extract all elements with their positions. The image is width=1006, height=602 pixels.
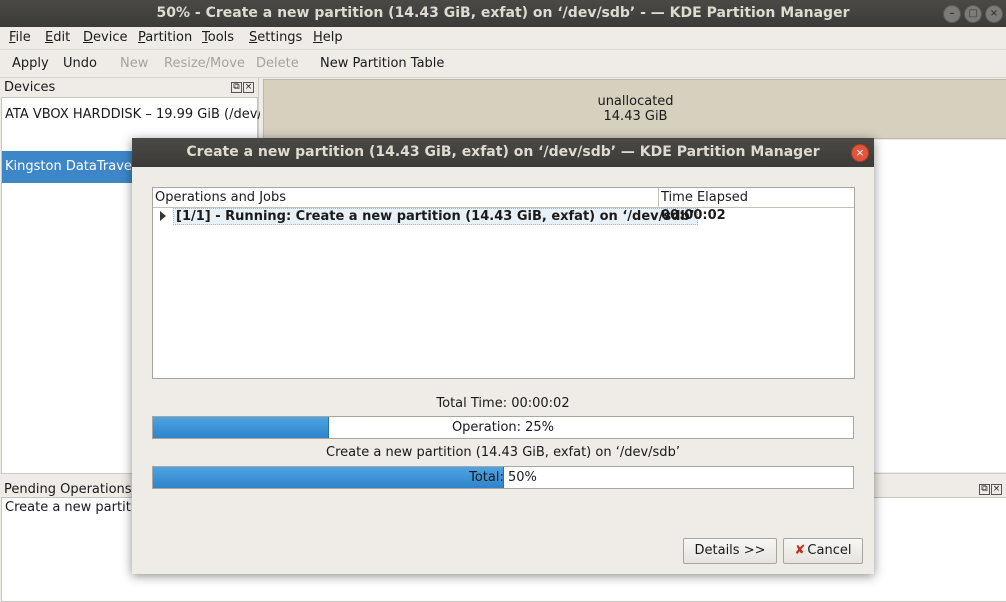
window-titlebar: 50% - Create a new partition (14.43 GiB,…: [0, 0, 1006, 27]
menu-tools[interactable]: Tools: [202, 30, 234, 45]
float-icon[interactable]: ⧉: [231, 82, 242, 93]
total-time-label: Total Time: 00:00:02: [436, 396, 570, 411]
cancel-icon: ✘: [794, 543, 806, 558]
partition-label: unallocated: [597, 94, 674, 109]
expand-arrow-icon[interactable]: [160, 211, 166, 221]
new-button[interactable]: New: [120, 56, 148, 71]
details-button[interactable]: Details >>: [683, 538, 777, 564]
menu-partition[interactable]: Partition: [138, 30, 192, 45]
menu-device[interactable]: Device: [83, 30, 127, 45]
new-partition-table-button[interactable]: New Partition Table: [320, 56, 444, 71]
close-icon[interactable]: ×: [991, 484, 1002, 495]
total-progress-text: Total: 50%: [469, 470, 537, 485]
close-window-button[interactable]: ×: [985, 5, 1003, 23]
undo-button[interactable]: Undo: [63, 56, 97, 71]
dock-controls: ⧉ ×: [230, 82, 254, 93]
job-row[interactable]: [1/1] - Running: Create a new partition …: [153, 208, 854, 225]
pending-item[interactable]: Create a new partition: [5, 500, 151, 515]
total-progress-bar: Total: 50%: [152, 466, 854, 489]
operation-progress-text: Operation: 25%: [451, 420, 555, 435]
menu-bar: File Edit Device Partition Tools Setting…: [0, 27, 1006, 50]
menu-edit[interactable]: Edit: [45, 30, 70, 45]
maximize-button[interactable]: □: [964, 5, 982, 23]
column-time-elapsed[interactable]: Time Elapsed: [659, 188, 854, 208]
job-time: 00:00:02: [661, 208, 726, 223]
jobs-tree: Operations and Jobs Time Elapsed [1/1] -…: [152, 187, 855, 379]
partition-size: 14.43 GiB: [603, 109, 668, 124]
progress-dialog: Create a new partition (14.43 GiB, exfat…: [132, 138, 874, 574]
toolbar: Apply Undo New Resize/Move Delete New Pa…: [0, 50, 1006, 78]
cancel-button[interactable]: ✘ Cancel: [783, 538, 863, 564]
pending-dock-controls: ⧉ ×: [978, 484, 1002, 495]
resize-move-button[interactable]: Resize/Move: [164, 56, 245, 71]
apply-button[interactable]: Apply: [12, 56, 49, 71]
devices-title: Devices: [4, 80, 56, 95]
window-title: 50% - Create a new partition (14.43 GiB,…: [156, 5, 850, 21]
float-icon[interactable]: ⧉: [979, 484, 990, 495]
operation-progress-bar: Operation: 25%: [152, 416, 854, 439]
menu-settings[interactable]: Settings: [249, 30, 302, 45]
delete-button[interactable]: Delete: [256, 56, 299, 71]
job-text: [1/1] - Running: Create a new partition …: [173, 208, 698, 225]
partition-map-unallocated[interactable]: unallocated 14.43 GiB: [263, 79, 1006, 139]
menu-help[interactable]: Help: [313, 30, 343, 45]
current-operation-label: Create a new partition (14.43 GiB, exfat…: [326, 445, 680, 460]
cancel-label: Cancel: [807, 543, 852, 558]
menu-file[interactable]: File: [9, 30, 31, 45]
device-item-sda[interactable]: ATA VBOX HARDDISK – 19.99 GiB (/dev/sda): [2, 99, 260, 131]
dialog-close-button[interactable]: ×: [851, 144, 869, 162]
dialog-title: Create a new partition (14.43 GiB, exfat…: [132, 138, 874, 167]
column-operations[interactable]: Operations and Jobs: [153, 188, 659, 208]
pending-title: Pending Operations: [4, 482, 132, 497]
minimize-button[interactable]: –: [943, 5, 961, 23]
close-icon[interactable]: ×: [243, 82, 254, 93]
